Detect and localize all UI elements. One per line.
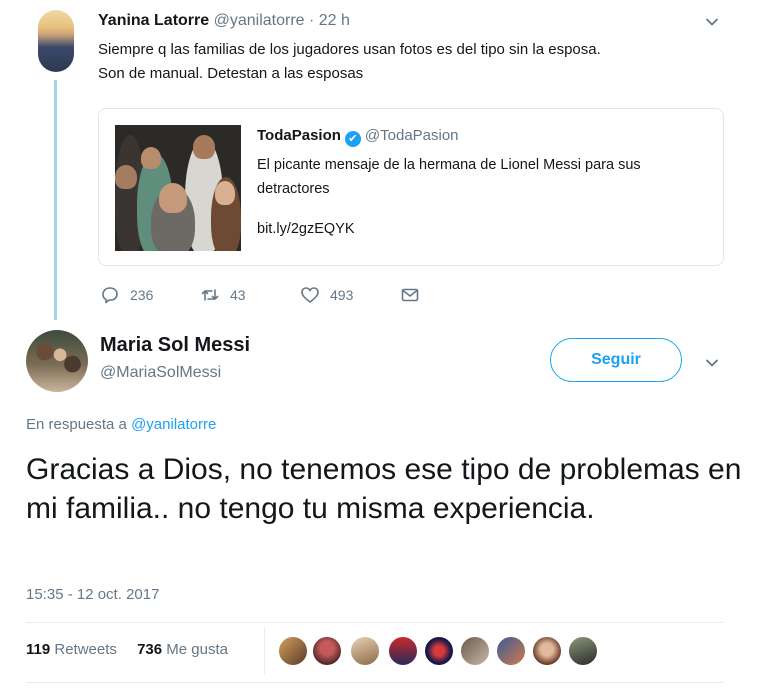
retweet-count: 43 — [230, 287, 246, 303]
liker-avatar[interactable] — [532, 636, 562, 666]
divider — [264, 628, 265, 674]
chevron-down-icon[interactable] — [704, 355, 720, 371]
card-source-name: TodaPasion ✔ @TodaPasion — [257, 127, 459, 147]
retweets-count[interactable]: 119 — [26, 641, 50, 658]
divider — [26, 622, 724, 623]
reply-to-handle-link[interactable]: @yanilatorre — [131, 416, 216, 433]
message-icon — [401, 288, 419, 302]
retweet-icon — [201, 289, 219, 301]
card-account-name: TodaPasion — [257, 127, 341, 144]
card-description: El picante mensaje de la hermana de Lion… — [257, 157, 641, 197]
reply-icon — [102, 287, 118, 304]
author-handle[interactable]: @yanilatorre — [214, 12, 305, 29]
verified-badge-icon: ✔ — [344, 131, 361, 147]
avatar[interactable] — [26, 330, 88, 392]
tweet-text: Gracias a Dios, no tenemos ese tipo de p… — [26, 453, 742, 525]
author-handle[interactable]: @MariaSolMessi — [100, 364, 221, 382]
chevron-down-icon[interactable] — [704, 14, 720, 30]
card-link[interactable]: bit.ly/2gzEQYK — [257, 221, 355, 237]
tweet-timestamp[interactable]: 15:35 - 12 oct. 2017 — [26, 586, 159, 603]
retweet-button[interactable]: 43 — [200, 284, 246, 306]
liker-avatar[interactable] — [496, 636, 526, 666]
link-card[interactable]: TodaPasion ✔ @TodaPasion El picante mensaj… — [98, 108, 724, 266]
liker-avatar[interactable] — [424, 636, 454, 666]
direct-message-button[interactable] — [400, 284, 430, 306]
reply-count: 236 — [130, 287, 154, 303]
like-count: 493 — [330, 287, 354, 303]
reply-prefix: En respuesta a — [26, 416, 132, 433]
liker-avatar[interactable] — [568, 636, 598, 666]
tweet-header: Yanina Latorre @yanilatorre · 22 h — [98, 12, 350, 30]
likes-label[interactable]: Me gusta — [166, 641, 228, 658]
tweet-text: Siempre q las familias de los jugadores … — [98, 38, 718, 86]
header-separator: · — [304, 12, 319, 29]
liker-avatar[interactable] — [388, 636, 418, 666]
follow-button[interactable]: Seguir — [550, 338, 682, 382]
liker-avatar[interactable] — [278, 636, 308, 666]
quoted-parent-tweet: Yanina Latorre @yanilatorre · 22 h Siemp… — [0, 0, 767, 320]
tweet-time[interactable]: 22 h — [319, 12, 350, 29]
like-icon — [301, 287, 319, 303]
tweet-text-line: Son de manual. Detestan a las esposas — [98, 65, 364, 82]
retweets-label[interactable]: Retweets — [54, 641, 117, 658]
reply-button[interactable]: 236 — [100, 284, 153, 306]
likes-count[interactable]: 736 — [137, 641, 162, 658]
liker-avatar[interactable] — [460, 636, 490, 666]
card-account-handle: @TodaPasion — [364, 127, 459, 144]
liker-avatar[interactable] — [312, 636, 342, 666]
avatar[interactable] — [38, 10, 74, 72]
tweet-stats: 119 Retweets 736 Me gusta — [26, 641, 244, 658]
tweet-text-line: Siempre q las familias de los jugadores … — [98, 41, 601, 58]
author-name[interactable]: Yanina Latorre — [98, 12, 209, 29]
card-thumbnail-image — [115, 125, 241, 251]
reply-context: En respuesta a @yanilatorre — [26, 416, 216, 433]
author-name[interactable]: Maria Sol Messi — [100, 334, 250, 357]
like-button[interactable]: 493 — [300, 284, 353, 306]
divider — [26, 682, 724, 683]
liker-avatar[interactable] — [350, 636, 380, 666]
